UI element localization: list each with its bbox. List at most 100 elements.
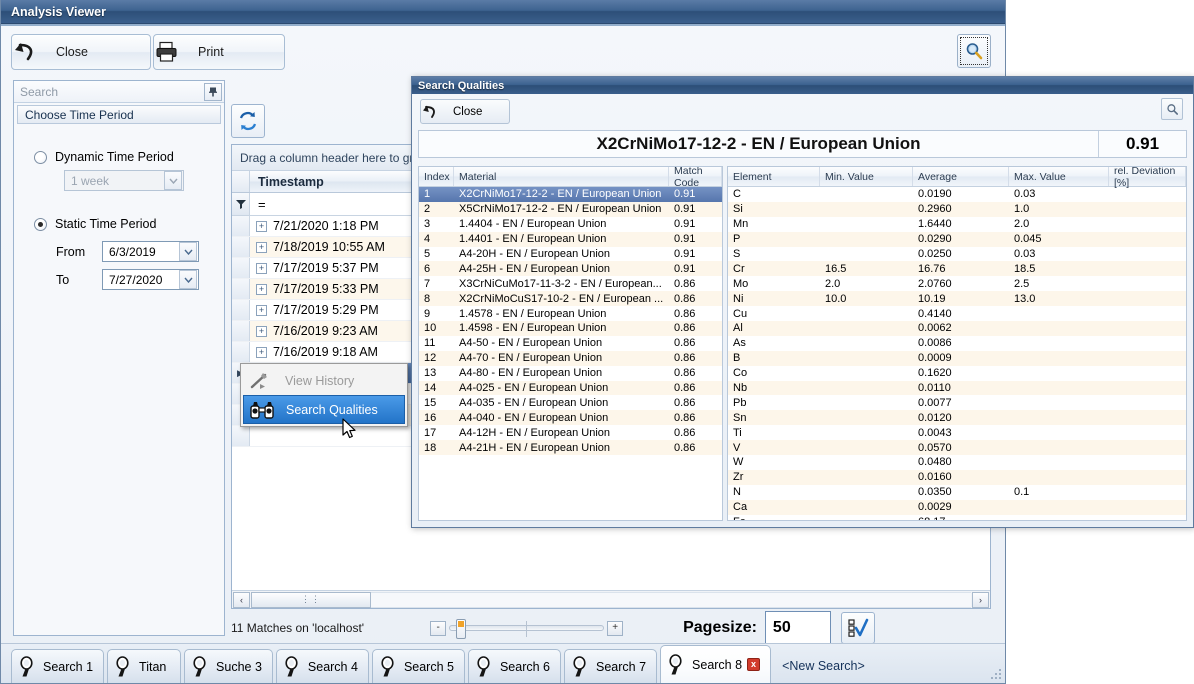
table-row[interactable]: Si0.29601.0 bbox=[728, 202, 1186, 217]
choose-time-period-header[interactable]: Choose Time Period bbox=[17, 105, 221, 124]
table-row[interactable]: 8X2CrNiMoCuS17-10-2 - EN / European ...0… bbox=[419, 291, 722, 306]
table-row[interactable]: W0.0480 bbox=[728, 455, 1186, 470]
table-row[interactable]: 91.4578 - EN / European Union0.86 bbox=[419, 306, 722, 321]
table-row[interactable]: Nb0.0110 bbox=[728, 381, 1186, 396]
table-row[interactable]: C0.01900.03 bbox=[728, 187, 1186, 202]
table-row[interactable]: 41.4401 - EN / European Union0.91 bbox=[419, 232, 722, 247]
expand-row-icon[interactable]: + bbox=[256, 326, 267, 337]
refresh-button[interactable] bbox=[231, 104, 265, 138]
table-row[interactable]: Fe68.17 bbox=[728, 515, 1186, 521]
table-row[interactable]: 15A4-035 - EN / European Union0.86 bbox=[419, 395, 722, 410]
table-row[interactable]: 7X3CrNiCuMo17-11-3-2 - EN / European...0… bbox=[419, 276, 722, 291]
table-row[interactable]: Cu0.4140 bbox=[728, 306, 1186, 321]
scrollbar-track[interactable] bbox=[371, 592, 971, 608]
menu-item-search-qualities[interactable]: Search Qualities bbox=[243, 395, 405, 424]
expand-row-icon[interactable]: + bbox=[256, 305, 267, 316]
dialog-search-button[interactable] bbox=[1161, 98, 1183, 120]
close-tab-button[interactable]: x bbox=[747, 658, 760, 671]
chevron-down-icon[interactable] bbox=[164, 171, 182, 190]
scrollbar-thumb[interactable]: ⋮⋮ bbox=[251, 592, 371, 608]
tab-search-5[interactable]: Search 5 bbox=[372, 649, 465, 683]
search-toolbar-button[interactable] bbox=[957, 34, 991, 68]
table-row[interactable]: 17A4-12H - EN / European Union0.86 bbox=[419, 425, 722, 440]
table-row[interactable]: 31.4404 - EN / European Union0.91 bbox=[419, 217, 722, 232]
column-header-min-value[interactable]: Min. Value bbox=[820, 167, 913, 186]
scroll-right-icon[interactable]: › bbox=[972, 592, 989, 608]
from-date-input[interactable]: 6/3/2019 bbox=[102, 241, 199, 262]
static-time-period-radio[interactable]: Static Time Period bbox=[14, 191, 224, 231]
menu-item-view-history[interactable]: View History bbox=[243, 366, 405, 395]
expand-row-icon[interactable]: + bbox=[256, 263, 267, 274]
column-header-max-value[interactable]: Max. Value bbox=[1009, 167, 1109, 186]
table-row[interactable]: P0.02900.045 bbox=[728, 232, 1186, 247]
expand-row-icon[interactable]: + bbox=[256, 284, 267, 295]
tab-suche-3[interactable]: Suche 3 bbox=[184, 649, 273, 683]
table-row[interactable]: Ni10.010.1913.0 bbox=[728, 291, 1186, 306]
table-row[interactable]: 14A4-025 - EN / European Union0.86 bbox=[419, 381, 722, 396]
column-header-match-code[interactable]: Match Code bbox=[669, 167, 722, 186]
table-row[interactable]: Zr0.0160 bbox=[728, 470, 1186, 485]
close-button[interactable]: Close bbox=[11, 34, 151, 70]
table-row[interactable]: 6A4-25H - EN / European Union0.91 bbox=[419, 261, 722, 276]
pin-icon[interactable] bbox=[204, 83, 222, 101]
tab-titan[interactable]: Titan bbox=[107, 649, 181, 683]
tab-search-6[interactable]: Search 6 bbox=[468, 649, 561, 683]
zoom-in-button[interactable]: + bbox=[607, 621, 623, 636]
zoom-slider[interactable]: - + bbox=[430, 621, 623, 636]
table-row[interactable]: N0.03500.1 bbox=[728, 485, 1186, 500]
zoom-thumb[interactable] bbox=[456, 619, 466, 639]
table-row[interactable]: Sn0.0120 bbox=[728, 410, 1186, 425]
table-row[interactable]: Ca0.0029 bbox=[728, 500, 1186, 515]
tab-search-8[interactable]: Search 8x bbox=[660, 645, 771, 683]
to-date-input[interactable]: 7/27/2020 bbox=[102, 269, 199, 290]
table-row[interactable]: 1X2CrNiMo17-12-2 - EN / European Union0.… bbox=[419, 187, 722, 202]
table-row[interactable]: Ti0.0043 bbox=[728, 425, 1186, 440]
expand-row-icon[interactable]: + bbox=[256, 221, 267, 232]
table-row[interactable]: V0.0570 bbox=[728, 440, 1186, 455]
tab-search-7[interactable]: Search 7 bbox=[564, 649, 657, 683]
print-button[interactable]: Print bbox=[153, 34, 285, 70]
table-row[interactable]: Pb0.0077 bbox=[728, 395, 1186, 410]
table-row[interactable]: 101.4598 - EN / European Union0.86 bbox=[419, 321, 722, 336]
table-row[interactable]: 16A4-040 - EN / European Union0.86 bbox=[419, 410, 722, 425]
dynamic-period-select[interactable]: 1 week bbox=[64, 170, 184, 191]
table-row[interactable]: 5A4-20H - EN / European Union0.91 bbox=[419, 247, 722, 262]
expand-row-icon[interactable]: + bbox=[256, 242, 267, 253]
column-header-rel-deviation[interactable]: rel. Deviation [%] bbox=[1109, 167, 1186, 186]
column-header-index[interactable]: Index bbox=[419, 167, 454, 186]
resize-grip[interactable] bbox=[990, 668, 1002, 680]
column-header-element[interactable]: Element bbox=[728, 167, 820, 186]
table-row[interactable]: 12A4-70 - EN / European Union0.86 bbox=[419, 351, 722, 366]
column-header-material[interactable]: Material bbox=[454, 167, 669, 186]
dynamic-time-period-radio[interactable]: Dynamic Time Period bbox=[14, 150, 224, 164]
table-row[interactable]: B0.0009 bbox=[728, 351, 1186, 366]
table-row[interactable]: Co0.1620 bbox=[728, 366, 1186, 381]
table-row[interactable]: As0.0086 bbox=[728, 336, 1186, 351]
table-row[interactable]: Al0.0062 bbox=[728, 321, 1186, 336]
table-row[interactable]: 13A4-80 - EN / European Union0.86 bbox=[419, 366, 722, 381]
scroll-left-icon[interactable]: ‹ bbox=[233, 592, 250, 608]
chevron-down-icon-from[interactable] bbox=[179, 242, 197, 261]
search-field-strip[interactable]: Search bbox=[14, 81, 224, 103]
table-row[interactable]: 2X5CrNiMo17-12-2 - EN / European Union0.… bbox=[419, 202, 722, 217]
pagesize-input[interactable]: 50 bbox=[765, 611, 831, 645]
tab-search-4[interactable]: Search 4 bbox=[276, 649, 369, 683]
apply-pagesize-button[interactable] bbox=[841, 612, 875, 644]
expand-row-icon[interactable]: + bbox=[256, 347, 267, 358]
column-header-average[interactable]: Average bbox=[913, 167, 1009, 186]
column-header-timestamp[interactable]: Timestamp bbox=[250, 175, 324, 189]
search-input[interactable]: Search bbox=[20, 85, 204, 99]
table-row[interactable]: 11A4-50 - EN / European Union0.86 bbox=[419, 336, 722, 351]
zoom-track[interactable] bbox=[449, 625, 604, 631]
filter-operator[interactable]: = bbox=[250, 197, 266, 212]
tab-search-1[interactable]: Search 1 bbox=[11, 649, 104, 683]
table-row[interactable]: S0.02500.03 bbox=[728, 247, 1186, 262]
zoom-out-button[interactable]: - bbox=[430, 621, 446, 636]
table-row[interactable]: 18A4-21H - EN / European Union0.86 bbox=[419, 440, 722, 455]
table-row[interactable]: Mn1.64402.0 bbox=[728, 217, 1186, 232]
filter-icon[interactable] bbox=[232, 193, 250, 215]
dialog-close-button[interactable]: Close bbox=[420, 99, 510, 124]
horizontal-scrollbar[interactable]: ‹ ⋮⋮ › bbox=[232, 590, 990, 608]
table-row[interactable]: Cr16.516.7618.5 bbox=[728, 261, 1186, 276]
table-row[interactable]: Mo2.02.07602.5 bbox=[728, 276, 1186, 291]
